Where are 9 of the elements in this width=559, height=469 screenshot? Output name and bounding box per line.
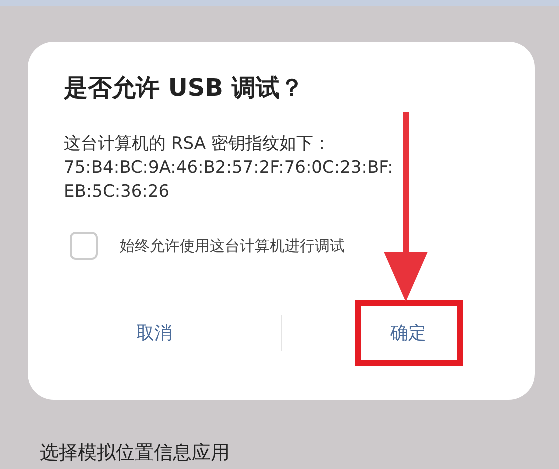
dialog-message: 这台计算机的 RSA 密钥指纹如下：	[64, 133, 332, 156]
fingerprint-line: EB:5C:36:26	[64, 181, 171, 204]
dialog-title: 是否允许 USB 调试？	[64, 73, 305, 104]
fingerprint-line: 75:B4:BC:9A:46:B2:57:2F:76:0C:23:BF:	[64, 157, 394, 180]
checkbox[interactable]	[70, 232, 98, 260]
checkbox-label[interactable]: 始终允许使用这台计算机进行调试	[120, 236, 345, 256]
dialog-button[interactable]: 取消	[100, 300, 208, 366]
settings-item[interactable]: 选择模拟位置信息应用	[40, 441, 559, 465]
dialog-button[interactable]: 确定	[354, 300, 462, 366]
